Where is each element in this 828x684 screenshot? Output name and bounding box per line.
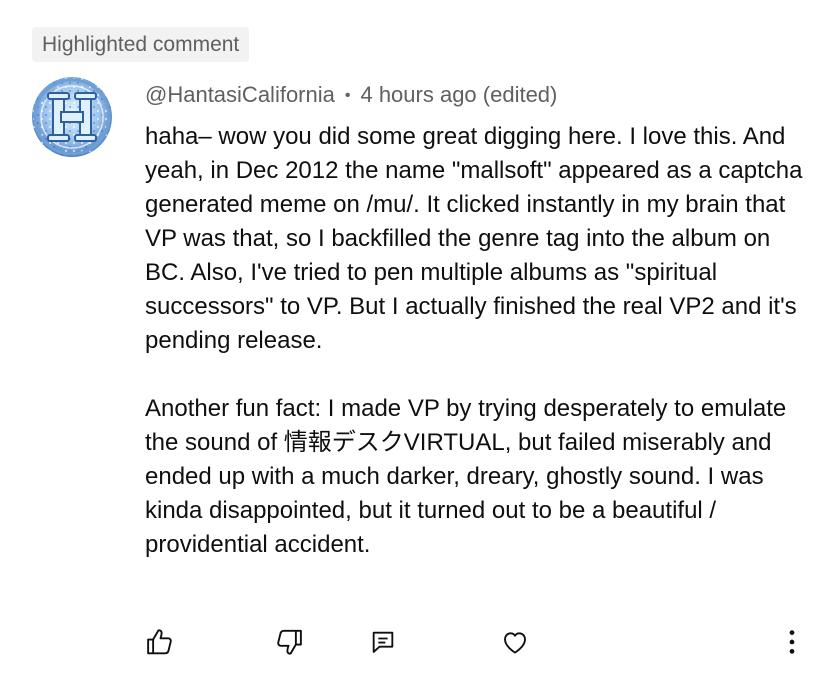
comment-paragraph: Another fun fact: I made VP by trying de… [145, 395, 793, 558]
comment-timestamp[interactable]: 4 hours ago (edited) [360, 82, 557, 107]
author-handle[interactable]: @HantasiCalifornia [145, 82, 335, 107]
thumbs-down-icon [277, 629, 302, 655]
avatar[interactable] [32, 77, 112, 157]
more-options-button[interactable] [774, 624, 810, 660]
comment-paragraph: haha– wow you did some great digging her… [145, 123, 810, 354]
thumbs-up-icon [147, 629, 172, 655]
highlighted-comment-badge: Highlighted comment [32, 27, 250, 62]
reply-comment-icon [372, 631, 394, 653]
more-vertical-icon [789, 630, 795, 654]
dislike-button[interactable] [271, 624, 307, 660]
header-separator: • [344, 87, 351, 104]
heart-button[interactable] [497, 624, 533, 660]
avatar-image [32, 77, 112, 157]
comment-text: haha– wow you did some great digging her… [145, 120, 810, 562]
like-button[interactable] [142, 624, 178, 660]
reply-button[interactable] [365, 624, 401, 660]
comment-header: @HantasiCalifornia • 4 hours ago (edited) [145, 80, 557, 111]
heart-icon [504, 632, 526, 654]
